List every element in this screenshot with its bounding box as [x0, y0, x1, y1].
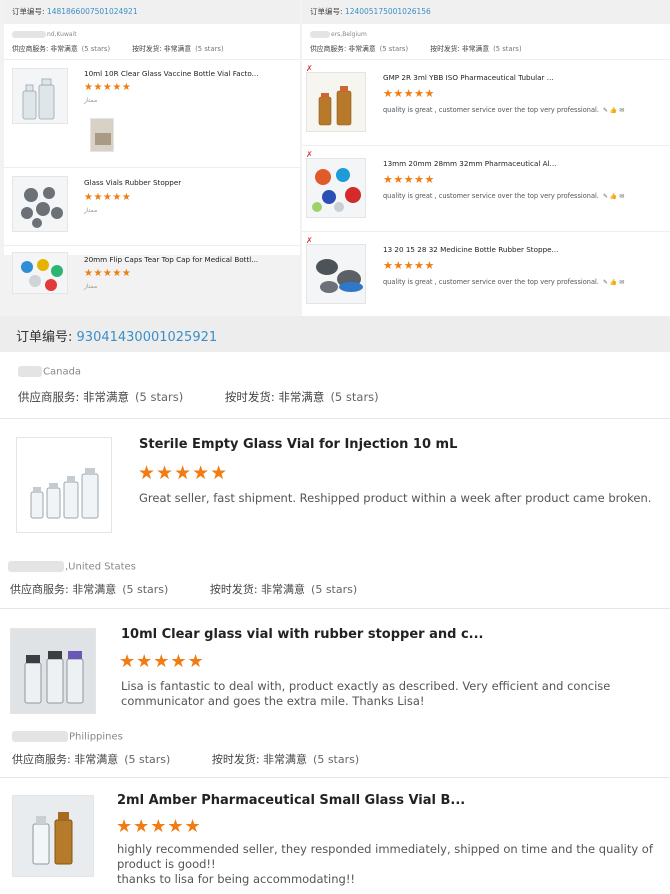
redacted-name [8, 561, 64, 572]
list-item: ✗ 13mm 20mm 28mm 32mm Pharmaceutical Al.… [302, 146, 670, 232]
review-comment: quality is great , customer service over… [383, 278, 625, 286]
review-page: 订单编号: 1481866007501024921 nd,Kuwait 供应商服… [0, 0, 670, 894]
supplier-rating-row: 供应商服务: 非常满意 (5 stars) 按时发货: 非常满意 (5 stars) [18, 390, 379, 404]
product-image-flip-caps[interactable] [12, 252, 68, 294]
list-item: ✗ GMP 2R 3ml YBB ISO Pharmaceutical Tubu… [302, 60, 670, 146]
action-icons[interactable]: ✎ 👍 ✉ [603, 279, 624, 286]
review-photo-thumbnail[interactable] [90, 118, 114, 152]
rating-stars: ★★★★★ [84, 268, 132, 279]
order-card-belgium: 订单编号: 124005175001026156 ers,Belgium 供应商… [302, 0, 670, 316]
supplier-rating-row: 供应商服务: 非常满意 (5 stars) 按时发货: 非常满意 (5 stars) [302, 41, 670, 60]
redacted-name [12, 731, 68, 742]
buyer-location: Philippines [12, 731, 123, 743]
rating-stars: ★★★★★ [383, 87, 435, 100]
product-image-clear-vials[interactable] [16, 437, 112, 533]
list-item: 20mm Flip Caps Tear Top Cap for Medical … [4, 246, 300, 294]
order-label: 订单编号: [16, 330, 73, 345]
product-title-link[interactable]: 10ml Clear glass vial with rubber stoppe… [121, 627, 483, 642]
product-title-link[interactable]: GMP 2R 3ml YBB ISO Pharmaceutical Tubula… [383, 73, 598, 82]
buyer-location: Canada [18, 366, 81, 378]
product-title-link[interactable]: Glass Vials Rubber Stopper [84, 178, 274, 187]
redacted-name [18, 366, 42, 377]
order-number-link[interactable]: 93041430001025921 [77, 330, 218, 345]
list-item: Glass Vials Rubber Stopper ★★★★★ ممتاز [4, 168, 300, 246]
order-number-bar: 订单编号: 1481866007501024921 [4, 0, 300, 24]
order-label: 订单编号: [310, 7, 343, 16]
buyer-location: nd,Kuwait [4, 24, 300, 41]
order-number-bar: 订单编号: 124005175001026156 [302, 0, 670, 24]
review-comment: ممتاز [84, 97, 98, 104]
product-image-rubber-stoppers[interactable] [12, 176, 68, 232]
list-item: ✗ 13 20 15 28 32 Medicine Bottle Rubber … [302, 232, 670, 312]
review-comment: quality is great , customer service over… [383, 106, 625, 114]
supplier-rating-row: 供应商服务: 非常满意 (5 stars) 按时发货: 非常满意 (5 stars) [10, 583, 358, 596]
buyer-location: ers,Belgium [302, 24, 670, 41]
order-number-link[interactable]: 124005175001026156 [345, 7, 431, 16]
product-title-link[interactable]: 13 20 15 28 32 Medicine Bottle Rubber St… [383, 245, 598, 254]
redacted-name [12, 31, 46, 38]
action-icons[interactable]: ✎ 👍 ✉ [603, 107, 624, 114]
review-comment: highly recommended seller, they responde… [117, 842, 653, 871]
rating-stars: ★★★★★ [383, 173, 435, 186]
rating-stars: ★★★★★ [119, 651, 205, 672]
divider [0, 608, 670, 609]
product-title-link[interactable]: 20mm Flip Caps Tear Top Cap for Medical … [84, 255, 274, 264]
product-image-clear-vials[interactable] [12, 68, 68, 124]
product-image-amber-vials[interactable] [306, 72, 366, 132]
product-image-aluminum-caps[interactable] [306, 158, 366, 218]
review-comment: quality is great , customer service over… [383, 192, 625, 200]
list-item: 10ml 10R Clear Glass Vaccine Bottle Vial… [4, 60, 300, 168]
product-image-vials-with-stoppers[interactable] [10, 628, 96, 714]
redacted-name [310, 31, 330, 38]
review-comment: Lisa is fantastic to deal with, product … [121, 679, 611, 708]
divider [0, 777, 670, 778]
order-number-bar: 订单编号: 93041430001025921 [0, 316, 670, 352]
review-comment: Great seller, fast shipment. Reshipped p… [139, 491, 652, 505]
supplier-rating-row: 供应商服务: 非常满意 (5 stars) 按时发货: 非常满意 (5 stars) [12, 753, 360, 766]
review-comment: ممتاز [84, 207, 98, 214]
product-title-link[interactable]: 2ml Amber Pharmaceutical Small Glass Via… [117, 793, 465, 808]
divider [0, 418, 670, 419]
buyer-location: ,United States [8, 561, 136, 573]
review-comment: ممتاز [84, 283, 98, 290]
top-orders-area: 订单编号: 1481866007501024921 nd,Kuwait 供应商服… [0, 0, 670, 316]
product-image-rubber-stoppers[interactable] [306, 244, 366, 304]
product-title-link[interactable]: 10ml 10R Clear Glass Vaccine Bottle Vial… [84, 69, 274, 78]
product-image-amber-clear-vials[interactable] [12, 795, 94, 877]
supplier-rating-row: 供应商服务: 非常满意 (5 stars) 按时发货: 非常满意 (5 stars) [4, 41, 300, 60]
order-label: 订单编号: [12, 7, 45, 16]
rating-stars: ★★★★★ [383, 259, 435, 272]
product-title-link[interactable]: 13mm 20mm 28mm 32mm Pharmaceutical Al... [383, 159, 598, 168]
order-card-kuwait: 订单编号: 1481866007501024921 nd,Kuwait 供应商服… [4, 0, 300, 294]
order-number-link[interactable]: 1481866007501024921 [47, 7, 138, 16]
action-icons[interactable]: ✎ 👍 ✉ [603, 193, 624, 200]
rating-stars: ★★★★★ [84, 192, 132, 203]
rating-stars: ★★★★★ [116, 816, 202, 837]
review-comment-line-2: thanks to lisa for being accommodating!! [117, 872, 356, 886]
rating-stars: ★★★★★ [138, 462, 229, 484]
product-title-link[interactable]: Sterile Empty Glass Vial for Injection 1… [139, 437, 457, 452]
rating-stars: ★★★★★ [84, 82, 132, 93]
